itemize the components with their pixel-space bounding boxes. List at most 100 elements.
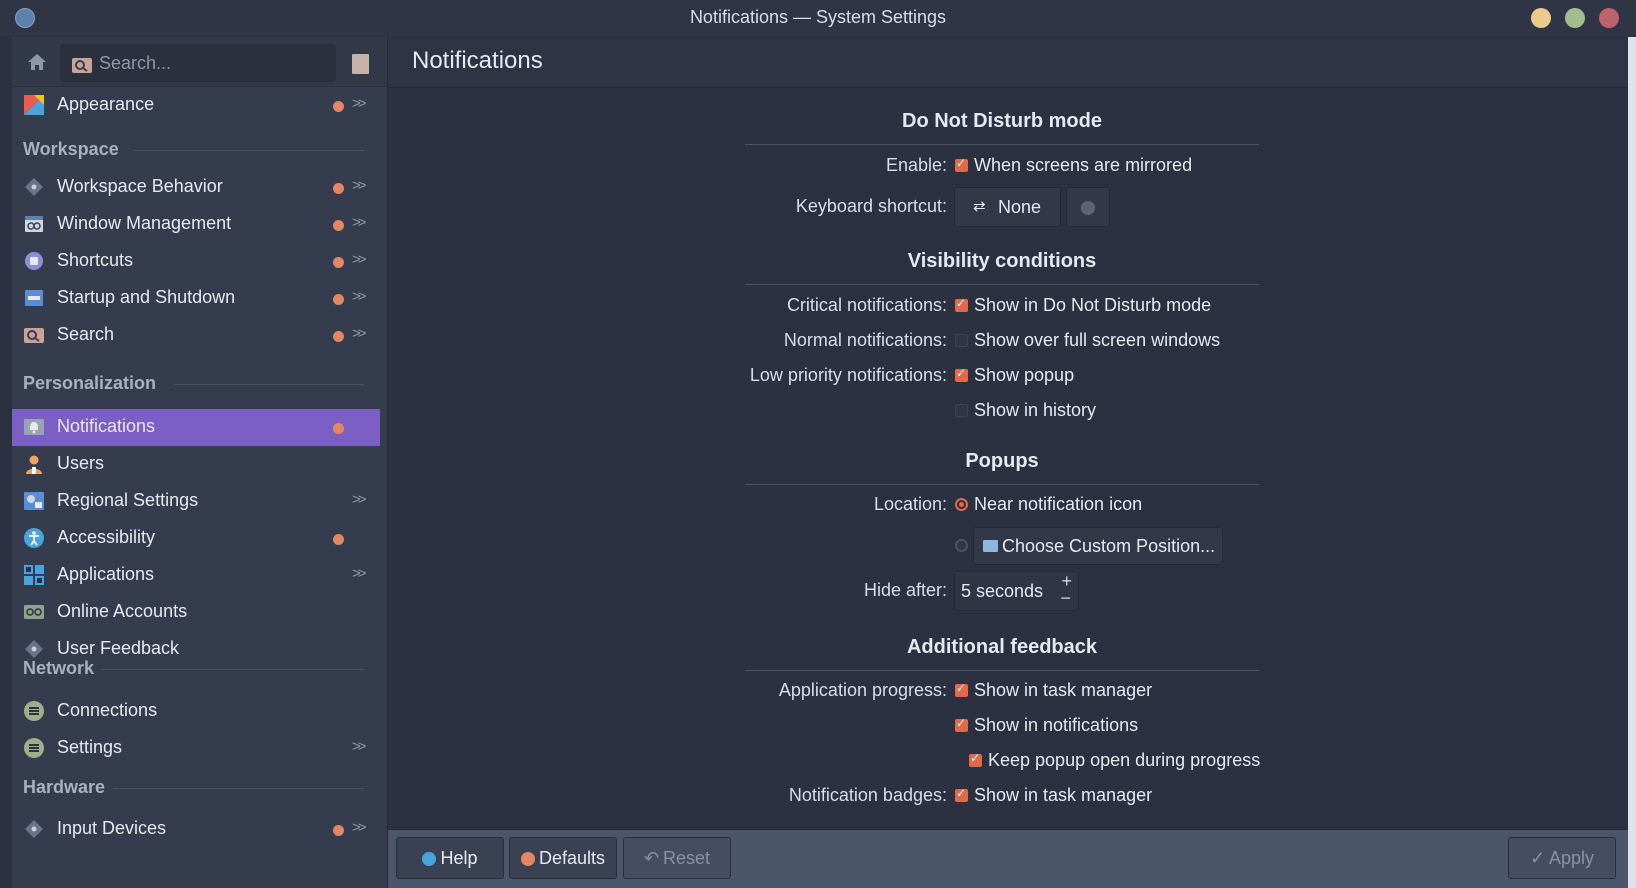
app-progress-label: Application progress: <box>778 680 947 700</box>
hamburger-menu-icon[interactable] <box>352 54 369 74</box>
normal-fullscreen-checkbox[interactable] <box>955 334 968 347</box>
minimize-button[interactable] <box>1531 8 1551 28</box>
modified-indicator <box>333 534 344 545</box>
modified-indicator <box>333 101 344 112</box>
input-devices-icon <box>25 820 43 838</box>
connections-icon <box>24 701 44 721</box>
checkmark-icon: ✓ <box>1529 847 1546 868</box>
sidebar-item-applications[interactable]: Applications >> <box>12 557 380 594</box>
decrement-icon[interactable]: − <box>1060 588 1071 609</box>
choose-custom-position-button[interactable]: Choose Custom Position... <box>973 527 1223 565</box>
progress-notifications-text[interactable]: Show in notifications <box>974 715 1138 736</box>
near-icon-radio[interactable] <box>955 498 968 511</box>
critical-notifications-label: Critical notifications: <box>786 295 947 315</box>
sidebar-item-regional-settings[interactable]: Regional Settings >> <box>12 483 380 520</box>
footer-bar: Help Defaults ↶ Reset ✓ Apply <box>388 829 1628 888</box>
section-header-personalization: Personalization <box>23 373 157 393</box>
sidebar-item-label: Appearance <box>57 94 155 114</box>
sidebar-item-users[interactable]: Users <box>12 446 380 483</box>
reset-button[interactable]: ↶ Reset <box>623 837 731 879</box>
sidebar-item-workspace-behavior[interactable]: Workspace Behavior >> <box>12 169 380 206</box>
chevron-right-icon: >> <box>352 325 366 342</box>
progress-notifications-checkbox[interactable] <box>955 716 968 732</box>
apply-label: Apply <box>1549 847 1595 868</box>
shortcut-swap-icon: ⇄ <box>973 198 986 215</box>
defaults-label: Defaults <box>538 847 606 868</box>
workspace-behavior-icon <box>25 178 43 196</box>
sidebar-item-appearance[interactable]: Appearance >> <box>12 87 380 124</box>
sidebar-item-window-management[interactable]: Window Management >> <box>12 206 380 243</box>
accessibility-icon <box>24 528 44 548</box>
online-accounts-icon <box>24 605 44 619</box>
modified-indicator <box>333 331 344 342</box>
sidebar-item-label: Window Management <box>57 213 232 233</box>
chevron-right-icon: >> <box>352 288 366 305</box>
low-history-text[interactable]: Show in history <box>974 400 1096 421</box>
low-history-checkbox[interactable] <box>955 404 968 417</box>
hide-after-value: 5 seconds <box>961 581 1044 601</box>
keyboard-shortcut-label: Keyboard shortcut: <box>795 196 947 216</box>
low-popup-text[interactable]: Show popup <box>974 365 1074 386</box>
badges-task-manager-text[interactable]: Show in task manager <box>974 785 1152 806</box>
critical-dnd-text[interactable]: Show in Do Not Disturb mode <box>974 295 1211 316</box>
sidebar-item-startup-shutdown[interactable]: Startup and Shutdown >> <box>12 280 380 317</box>
section-divider <box>745 484 1259 485</box>
sidebar-item-network-settings[interactable]: Settings >> <box>12 730 380 767</box>
help-icon <box>422 851 437 866</box>
undo-icon: ↶ <box>643 847 660 868</box>
progress-task-manager-text[interactable]: Show in task manager <box>974 680 1152 701</box>
chevron-right-icon: >> <box>352 95 366 112</box>
sidebar-item-shortcuts[interactable]: Shortcuts >> <box>12 243 380 280</box>
feedback-section-title: Additional feedback <box>906 636 1098 658</box>
modified-indicator <box>333 825 344 836</box>
chevron-right-icon: >> <box>352 738 366 755</box>
sidebar-item-label: Input Devices <box>57 818 167 838</box>
keep-popup-open-checkbox[interactable] <box>969 751 982 767</box>
custom-position-radio[interactable] <box>955 539 968 552</box>
section-divider <box>745 670 1259 671</box>
home-icon[interactable] <box>26 51 48 73</box>
critical-dnd-checkbox[interactable] <box>955 296 968 312</box>
help-button[interactable]: Help <box>396 837 504 879</box>
normal-fullscreen-text[interactable]: Show over full screen windows <box>974 330 1220 351</box>
apply-button[interactable]: ✓ Apply <box>1508 837 1616 879</box>
modified-indicator <box>333 183 344 194</box>
sidebar-item-label: Users <box>57 453 105 473</box>
hide-after-spinbox[interactable]: 5 seconds + − <box>954 571 1079 611</box>
sidebar-item-notifications[interactable]: Notifications <box>12 409 380 446</box>
chevron-right-icon: >> <box>352 177 366 194</box>
sidebar-item-label: Accessibility <box>57 527 156 547</box>
close-button[interactable] <box>1599 8 1619 28</box>
sidebar-item-input-devices[interactable]: Input Devices >> <box>12 811 380 848</box>
notification-badges-label: Notification badges: <box>788 785 947 805</box>
defaults-icon <box>520 851 535 866</box>
modified-indicator <box>333 294 344 305</box>
defaults-button[interactable]: Defaults <box>509 837 617 879</box>
keep-popup-open-text[interactable]: Keep popup open during progress <box>988 750 1260 771</box>
search-field[interactable] <box>60 44 336 82</box>
sidebar-item-label: Search <box>57 324 115 344</box>
section-divider <box>745 284 1259 285</box>
section-divider <box>101 669 364 670</box>
search-input[interactable] <box>99 45 329 81</box>
chevron-right-icon: >> <box>352 214 366 231</box>
sidebar-item-label: Settings <box>57 737 123 757</box>
section-divider <box>113 788 364 789</box>
dnd-enable-text[interactable]: When screens are mirrored <box>974 155 1192 176</box>
badges-task-manager-checkbox[interactable] <box>955 786 968 802</box>
maximize-button[interactable] <box>1565 8 1585 28</box>
near-icon-text[interactable]: Near notification icon <box>974 494 1142 515</box>
sidebar: Appearance >> Workspace Workspace Behavi… <box>12 37 387 888</box>
sidebar-item-search[interactable]: Search >> <box>12 317 380 354</box>
low-popup-checkbox[interactable] <box>955 366 968 382</box>
dnd-enable-checkbox[interactable] <box>955 156 968 172</box>
sidebar-item-label: Online Accounts <box>57 601 188 621</box>
section-divider <box>134 150 364 151</box>
clear-shortcut-button[interactable] <box>1066 187 1110 227</box>
sidebar-item-online-accounts[interactable]: Online Accounts <box>12 594 380 631</box>
sidebar-item-accessibility[interactable]: Accessibility <box>12 520 380 557</box>
progress-task-manager-checkbox[interactable] <box>955 681 968 697</box>
keyboard-shortcut-button[interactable]: ⇄ None <box>954 187 1061 227</box>
page-title: Notifications <box>412 47 543 74</box>
sidebar-item-connections[interactable]: Connections <box>12 693 380 730</box>
